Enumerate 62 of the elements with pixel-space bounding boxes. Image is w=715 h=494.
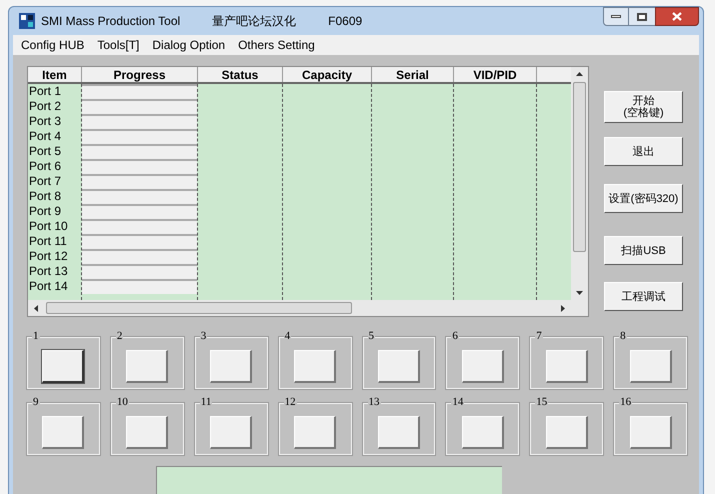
menu-item[interactable]: Others Setting [238,36,315,54]
table-cell-text: Port 5 [28,144,62,159]
table-cell-text: Port 14 [28,279,69,294]
port-label: 13 [368,396,380,408]
table-cell-text: Port 11 [28,234,68,249]
action-button[interactable]: 扫描USB [604,236,683,265]
port-label: 9 [32,396,40,408]
port-label: 16 [619,396,632,408]
column-header[interactable]: Serial [372,67,454,82]
horizontal-scrollbar[interactable] [28,300,588,316]
port-label: 4 [284,330,292,342]
table-cell-text: Port 12 [28,249,69,264]
port-label: 7 [535,330,543,342]
port-label: 6 [451,330,459,342]
table-cell-text: Port 2 [28,99,62,114]
table-cell-text: Port 9 [28,204,62,219]
table-cell-text: Port 10 [28,219,69,234]
port-label: 8 [619,330,627,342]
app-icon [19,13,35,29]
column-header[interactable]: Capacity [283,67,372,82]
port-label: 11 [200,396,212,408]
window-version: F0609 [328,13,362,30]
minimize-button[interactable] [603,7,629,26]
port-label: 14 [451,396,464,408]
menu-item[interactable]: Tools[T] [97,36,140,54]
port-button[interactable] [42,350,84,382]
action-button[interactable]: 退出 [604,137,683,166]
port-label: 10 [116,396,129,408]
table-cell-text: Port 4 [28,129,62,144]
column-header[interactable]: VID/PID [454,67,537,82]
left-arrow-icon [34,304,38,312]
port-label: 12 [284,396,297,408]
table-cell-text: Port 6 [28,159,62,174]
column-header[interactable]: Status [198,67,283,82]
maximize-button[interactable] [629,7,655,26]
right-arrow-icon [561,304,565,312]
port-label: 3 [200,330,208,342]
table-cell-text: Port 3 [28,114,62,129]
action-button[interactable]: 开始 (空格键) [604,91,683,123]
down-arrow-icon [576,291,583,295]
close-icon [672,12,682,21]
column-header[interactable]: Item [28,67,82,82]
column-header[interactable]: Progress [82,67,198,82]
port-label: 1 [32,330,40,342]
port-label: 15 [535,396,548,408]
menu-item[interactable]: Dialog Option [152,36,226,54]
window-title: SMI Mass Production Tool [41,13,180,30]
action-button[interactable]: 工程调试 [604,282,683,311]
table-cell-text: Port 1 [28,84,62,99]
scroll-thumb[interactable] [46,302,352,314]
close-button[interactable] [655,7,699,26]
port-label: 5 [368,330,375,342]
window-subtitle: 量产吧论坛汉化 [212,13,296,30]
vertical-scrollbar[interactable] [571,67,588,300]
up-arrow-icon [576,72,583,76]
action-button[interactable]: 设置(密码320) [604,184,683,213]
scroll-thumb[interactable] [573,82,586,252]
port-label: 2 [116,330,124,342]
menu-item[interactable]: Config HUB [21,36,84,54]
table-cell-text: Port 13 [28,264,69,279]
table-cell-text: Port 7 [28,174,62,189]
table-cell-text: Port 8 [28,189,62,204]
